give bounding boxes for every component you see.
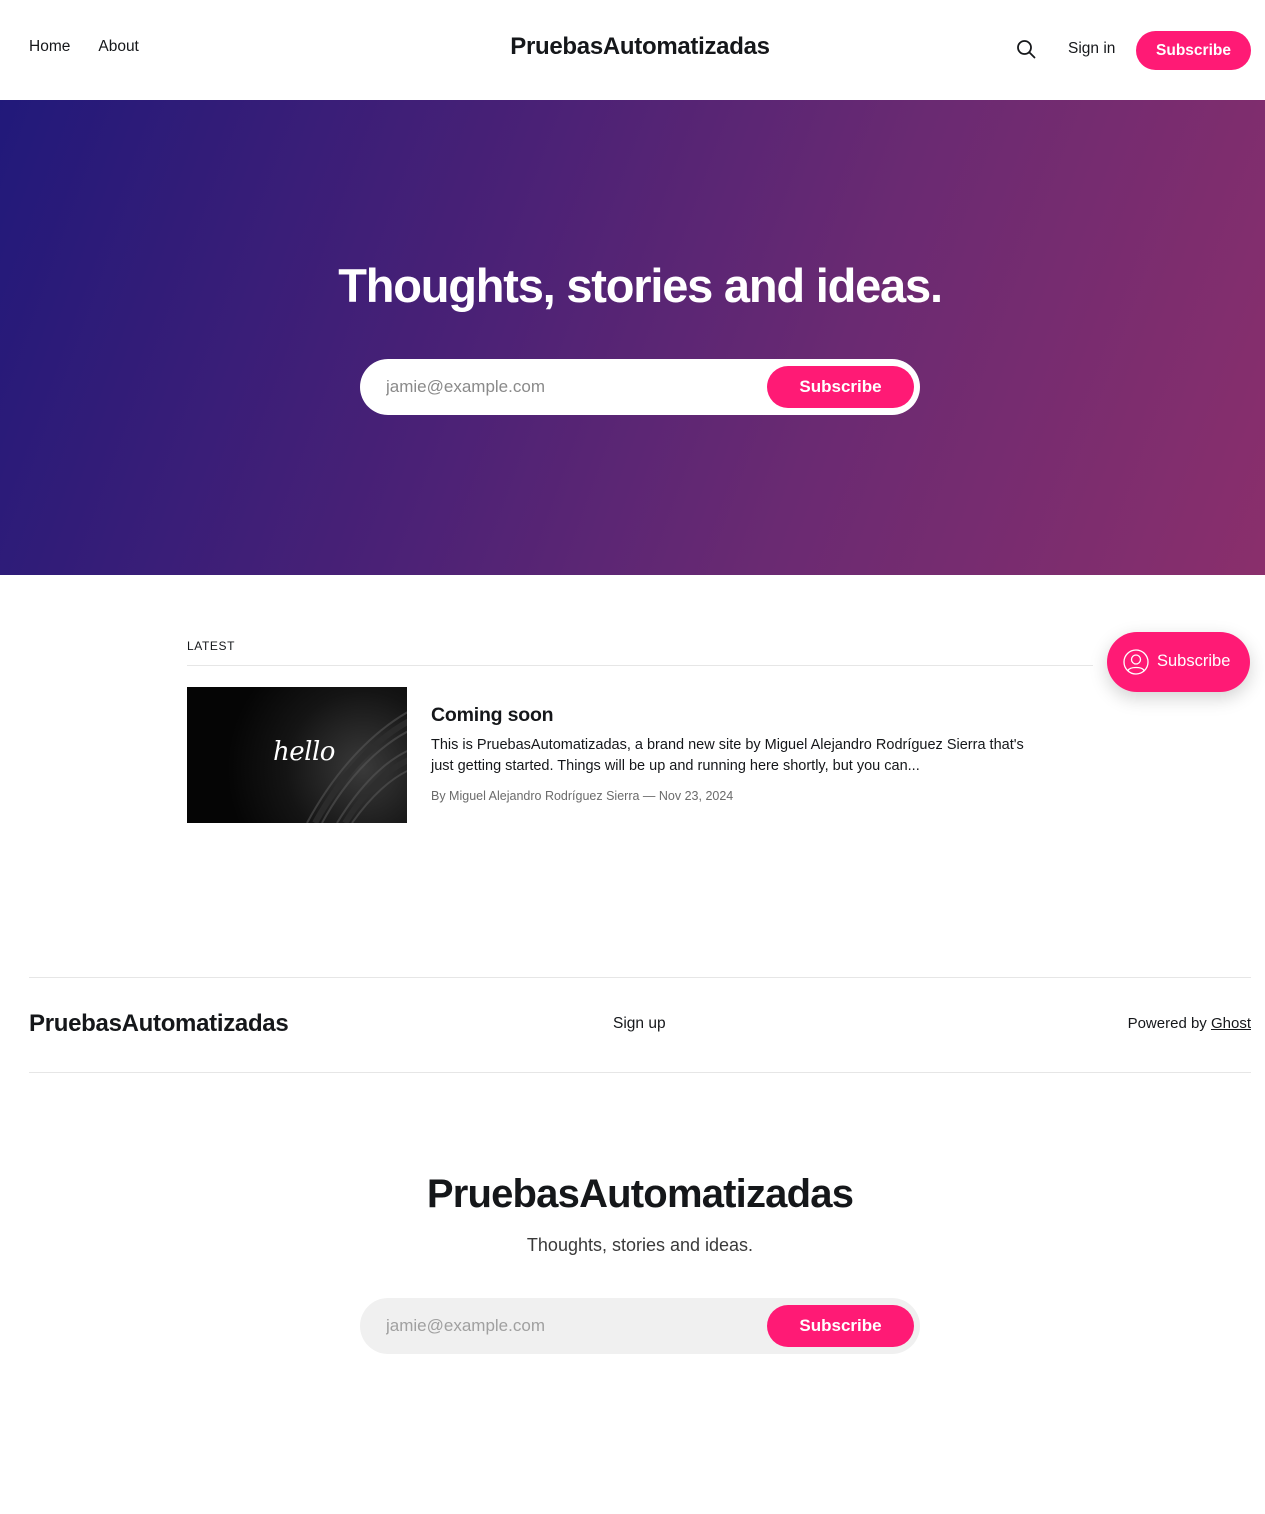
- powered-by-text: Powered by: [1127, 1015, 1211, 1032]
- hero-title: Thoughts, stories and ideas.: [338, 259, 943, 312]
- footer-divider-bottom: [29, 1072, 1251, 1073]
- post-title[interactable]: Coming soon: [431, 704, 554, 727]
- search-icon[interactable]: [1015, 38, 1037, 60]
- ghost-link[interactable]: Ghost: [1211, 1015, 1251, 1032]
- hero-subscribe-form: Subscribe: [360, 359, 920, 415]
- post-thumbnail-text: hello: [273, 737, 335, 767]
- portal-subscribe-label: Subscribe: [1157, 652, 1231, 670]
- user-circle-icon: [1123, 649, 1149, 675]
- cta-email-input[interactable]: [386, 1314, 746, 1338]
- powered-by: Powered by Ghost: [1128, 1015, 1251, 1032]
- hero-subscribe-button[interactable]: Subscribe: [767, 366, 914, 408]
- footer-signup-link[interactable]: Sign up: [613, 1015, 666, 1033]
- signin-link[interactable]: Sign in: [1068, 40, 1115, 58]
- footer-divider-top: [29, 977, 1251, 978]
- footer-logo[interactable]: PruebasAutomatizadas: [29, 1010, 289, 1038]
- post-thumbnail[interactable]: hello: [187, 687, 407, 823]
- cta-subscribe-form: Subscribe: [360, 1298, 920, 1354]
- header-subscribe-button[interactable]: Subscribe: [1136, 31, 1251, 70]
- portal-subscribe-button[interactable]: Subscribe: [1107, 632, 1250, 692]
- cta-description: Thoughts, stories and ideas.: [526, 1235, 754, 1255]
- cta-title: PruebasAutomatizadas: [426, 1172, 854, 1216]
- post-meta: By Miguel Alejandro Rodríguez Sierra — N…: [431, 789, 734, 803]
- latest-heading: LATEST: [187, 639, 236, 653]
- hero-banner: Thoughts, stories and ideas. Subscribe: [0, 100, 1265, 575]
- site-header: Home About PruebasAutomatizadas Sign in …: [0, 0, 1265, 100]
- post-excerpt: This is PruebasAutomatizadas, a brand ne…: [431, 737, 1024, 774]
- latest-divider: [187, 665, 1093, 666]
- hero-email-input[interactable]: [386, 375, 746, 399]
- cta-subscribe-button[interactable]: Subscribe: [767, 1305, 914, 1347]
